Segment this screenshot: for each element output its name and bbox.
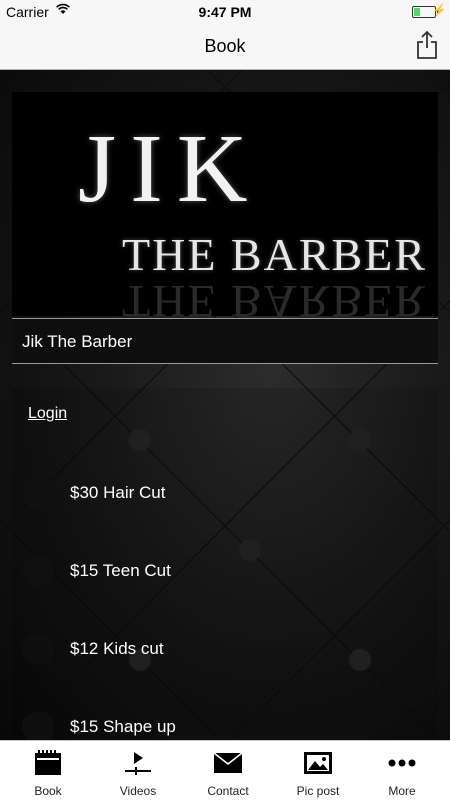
logo-banner: JIK THE BARBER THE BARBER (12, 92, 438, 316)
tab-contact[interactable]: Contact (183, 741, 273, 801)
scissors-icon (22, 555, 54, 587)
navigation-bar: Book (0, 24, 450, 70)
service-label: $15 Teen Cut (70, 561, 171, 580)
video-play-icon (125, 752, 151, 775)
tab-more[interactable]: More (357, 741, 447, 801)
service-label: $15 Shape up (70, 717, 176, 736)
calendar-icon (35, 750, 61, 775)
status-bar: Carrier 9:47 PM ⚡ (0, 0, 450, 24)
login-link[interactable]: Login (28, 405, 67, 423)
business-name: Jik The Barber (22, 332, 133, 351)
share-icon[interactable] (416, 30, 438, 60)
scissors-icon (22, 633, 54, 665)
service-item[interactable]: $15 Teen Cut (22, 553, 402, 589)
page-title: Book (204, 36, 246, 56)
service-label: $30 Hair Cut (70, 483, 166, 502)
clock: 9:47 PM (198, 4, 252, 20)
charging-icon: ⚡ (432, 3, 447, 17)
tab-bar: Book Videos Contact Pic post More (0, 740, 450, 801)
tab-label: Book (34, 784, 62, 798)
tab-label: More (388, 784, 416, 798)
logo-reflection: THE BARBER (122, 276, 427, 316)
tab-videos[interactable]: Videos (93, 741, 183, 801)
tab-pic-post[interactable]: Pic post (273, 741, 363, 801)
tab-label: Contact (207, 784, 249, 798)
logo-main-text: JIK (78, 115, 262, 223)
more-dots-icon (388, 759, 416, 767)
tab-label: Videos (119, 784, 157, 798)
tab-label: Pic post (296, 784, 340, 798)
scissors-icon (22, 711, 54, 740)
logo-sub-text: THE BARBER (122, 229, 427, 280)
business-name-bar: Jik The Barber (12, 318, 438, 364)
scissors-icon (22, 477, 54, 509)
picture-icon (304, 752, 332, 774)
service-item[interactable]: $30 Hair Cut (22, 475, 402, 511)
service-label: $12 Kids cut (70, 639, 164, 658)
service-item[interactable]: $15 Shape up (22, 709, 402, 740)
tab-book[interactable]: Book (3, 741, 93, 801)
envelope-icon (213, 752, 243, 773)
main-content[interactable]: JIK THE BARBER THE BARBER Jik The Barber… (0, 70, 450, 740)
service-item[interactable]: $12 Kids cut (22, 631, 402, 667)
